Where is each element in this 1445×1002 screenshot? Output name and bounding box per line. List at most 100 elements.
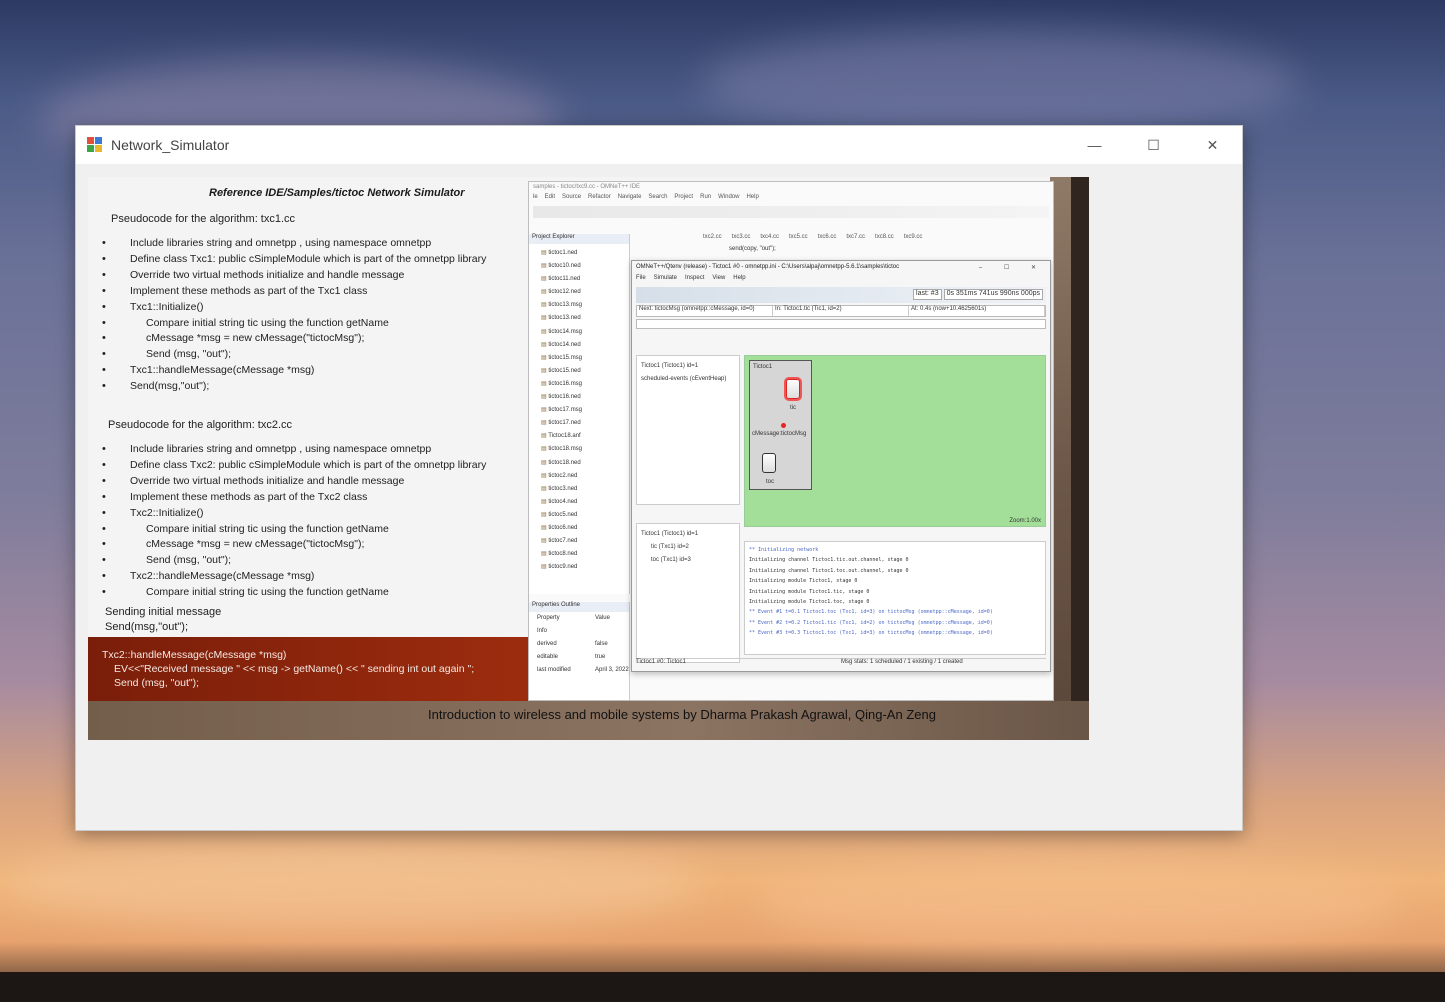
qtenv-menu-item[interactable]: View [712, 275, 725, 285]
ide-menu-item[interactable]: le [533, 194, 538, 204]
tree-item[interactable]: Tictoc1 (Tictoc1) id=1 [641, 360, 735, 373]
file-item[interactable]: tictoc6.ned [541, 522, 629, 535]
tic-node[interactable] [786, 379, 800, 399]
tic-label: tic [790, 405, 796, 411]
pseudocode-line: Txc2::handleMessage(cMessage *msg) [102, 569, 486, 585]
pseudocode-line: Compare initial string tic using the fun… [102, 585, 486, 601]
minimize-button[interactable]: — [1065, 126, 1124, 164]
ide-menu-item[interactable]: Run [700, 194, 711, 204]
close-button[interactable]: ✕ [1183, 126, 1242, 164]
log-line: Initializing channel Tictoc1.tic.out.cha… [749, 557, 909, 564]
props-columns: Property Value [537, 615, 610, 621]
ide-menu-item[interactable]: Navigate [618, 194, 642, 204]
ide-menu-item[interactable]: Search [648, 194, 667, 204]
property-row: editable true [537, 654, 606, 660]
properties-panel: Properties Outline Property Value Info d… [529, 602, 630, 700]
network-title: Tictoc1 [753, 364, 773, 370]
file-item[interactable]: tictoc2.ned [541, 470, 629, 483]
pseudocode-line: Send (msg, "out"); [102, 553, 486, 569]
qtenv-menu-item[interactable]: Simulate [654, 275, 677, 285]
pseudocode-line: cMessage *msg = new cMessage("tictocMsg"… [102, 331, 486, 347]
event-counter: last: #3 [913, 289, 942, 300]
file-item[interactable]: tictoc16.msg [541, 378, 629, 391]
ide-menu-item[interactable]: Help [746, 194, 758, 204]
ide-editor-tab[interactable]: txc6.cc [818, 234, 837, 244]
log-line: Initializing channel Tictoc1.toc.out.cha… [749, 567, 909, 574]
toc-label: toc [766, 479, 775, 485]
log-line: Initializing module Tictoc1.toc, stage 0 [749, 599, 870, 606]
object-tree: Tictoc1 (Tictoc1) id=1 scheduled-events … [636, 355, 740, 505]
pseudocode-line: Override two virtual methods initialize … [102, 474, 486, 490]
props-header: Properties Outline [529, 602, 629, 612]
file-item[interactable]: tictoc4.ned [541, 496, 629, 509]
slide-footer: Introduction to wireless and mobile syst… [428, 707, 936, 722]
qtenv-window-controls[interactable]: – ☐ ✕ [979, 264, 1046, 272]
pseudocode-line: Send (msg, "out"); [102, 347, 486, 363]
ide-editor-tab[interactable]: txc3.cc [732, 234, 751, 244]
ide-editor-tab[interactable]: txc2.cc [703, 234, 722, 244]
log-line: Initializing module Tictoc1, stage 0 [749, 578, 858, 585]
log-line: ** Event #3 t=0.3 Tictoc1.toc (Txc1, id=… [749, 630, 993, 637]
network-module: Tictoc1 tic cMessage:tictocMsg toc [749, 360, 812, 490]
qtenv-menu-item[interactable]: Inspect [685, 275, 704, 285]
ide-menu-item[interactable]: Source [562, 194, 581, 204]
ide-toolbar [533, 206, 1049, 218]
file-item[interactable]: tictoc17.msg [541, 404, 629, 417]
app-window: Network_Simulator — ☐ ✕ Reference IDE/Sa… [75, 125, 1243, 831]
ide-menu: le Edit Source Refactor Navigate Search Projec… [529, 194, 1053, 204]
tree-item[interactable]: Tictoc1 (Tictoc1) id=1 [641, 528, 735, 541]
ide-editor-tab[interactable]: txc8.cc [875, 234, 894, 244]
pseudocode-line: Implement these methods as part of the T… [102, 284, 486, 300]
file-item[interactable]: tictoc17.ned [541, 417, 629, 430]
file-item[interactable]: tictoc11.ned [541, 273, 629, 286]
sim-time: 0s 351ms 741us 990ns 000ps [943, 289, 1043, 300]
app-icon [87, 137, 103, 153]
file-item[interactable]: tictoc14.ned [541, 339, 629, 352]
ide-code-line: send(copy, "out"); [729, 246, 776, 252]
ide-editor-tabs: txc2.cc txc3.cc txc4.cc txc5.cc txc6.cc txc7.… [703, 234, 1049, 244]
pseudocode-line: Define class Txc2: public cSimpleModule … [102, 458, 486, 474]
file-item[interactable]: tictoc13.msg [541, 299, 629, 312]
qtenv-menu-item[interactable]: Help [733, 275, 745, 285]
file-item[interactable]: tictoc15.ned [541, 365, 629, 378]
file-item[interactable]: tictoc18.ned [541, 457, 629, 470]
file-item[interactable]: tictoc16.ned [541, 391, 629, 404]
props-group: Info [537, 628, 548, 634]
ide-editor-tab[interactable]: txc5.cc [789, 234, 808, 244]
slide-heading: Reference IDE/Samples/tictoc Network Sim… [209, 187, 465, 199]
tree-item[interactable]: scheduled-events (cEventHeap) [641, 373, 735, 386]
file-item[interactable]: tictoc15.msg [541, 352, 629, 365]
file-item[interactable]: tictoc13.ned [541, 312, 629, 325]
file-item[interactable]: tictoc3.ned [541, 483, 629, 496]
file-item[interactable]: tictoc1.ned [541, 247, 629, 260]
file-item[interactable]: tictoc7.ned [541, 535, 629, 548]
tree-item[interactable]: toc (Txc1) id=3 [641, 554, 735, 567]
ide-menu-item[interactable]: Refactor [588, 194, 611, 204]
ide-menu-item[interactable]: Edit [545, 194, 555, 204]
file-item[interactable]: tictoc12.ned [541, 286, 629, 299]
ide-editor-tab[interactable]: txc4.cc [760, 234, 779, 244]
file-item[interactable]: tictoc10.ned [541, 260, 629, 273]
section2-title: Pseudocode for the algorithm: txc2.cc [108, 419, 293, 431]
file-item[interactable]: tictoc8.ned [541, 548, 629, 561]
pseudocode-line: Include libraries string and omnetpp , u… [102, 236, 486, 252]
qtenv-menu-item[interactable]: File [636, 275, 646, 285]
tree-item[interactable]: tic (Txc1) id=2 [641, 541, 735, 554]
file-item[interactable]: tictoc9.ned [541, 561, 629, 574]
ide-menu-item[interactable]: Window [718, 194, 739, 204]
log-line: ** Initializing network [749, 547, 819, 553]
file-item[interactable]: tictoc14.msg [541, 326, 629, 339]
maximize-button[interactable]: ☐ [1124, 126, 1183, 164]
explorer-header: Project Explorer [529, 234, 629, 244]
file-item[interactable]: tictoc5.ned [541, 509, 629, 522]
file-item[interactable]: tictoc18.msg [541, 443, 629, 456]
ide-editor-tab[interactable]: txc7.cc [846, 234, 865, 244]
pseudocode-line: Txc2::Initialize() [102, 506, 486, 522]
object-inspector: Tictoc1 (Tictoc1) id=1 tic (Txc1) id=2 t… [636, 523, 740, 663]
toc-node[interactable] [762, 453, 776, 473]
title-bar: Network_Simulator — ☐ ✕ [76, 126, 1242, 164]
ide-menu-item[interactable]: Project [674, 194, 693, 204]
ide-editor-tab[interactable]: txc9.cc [904, 234, 923, 244]
sending-block: Sending initial message Send(msg,"out"); [105, 605, 221, 635]
file-item[interactable]: Tictoc18.anf [541, 430, 629, 443]
